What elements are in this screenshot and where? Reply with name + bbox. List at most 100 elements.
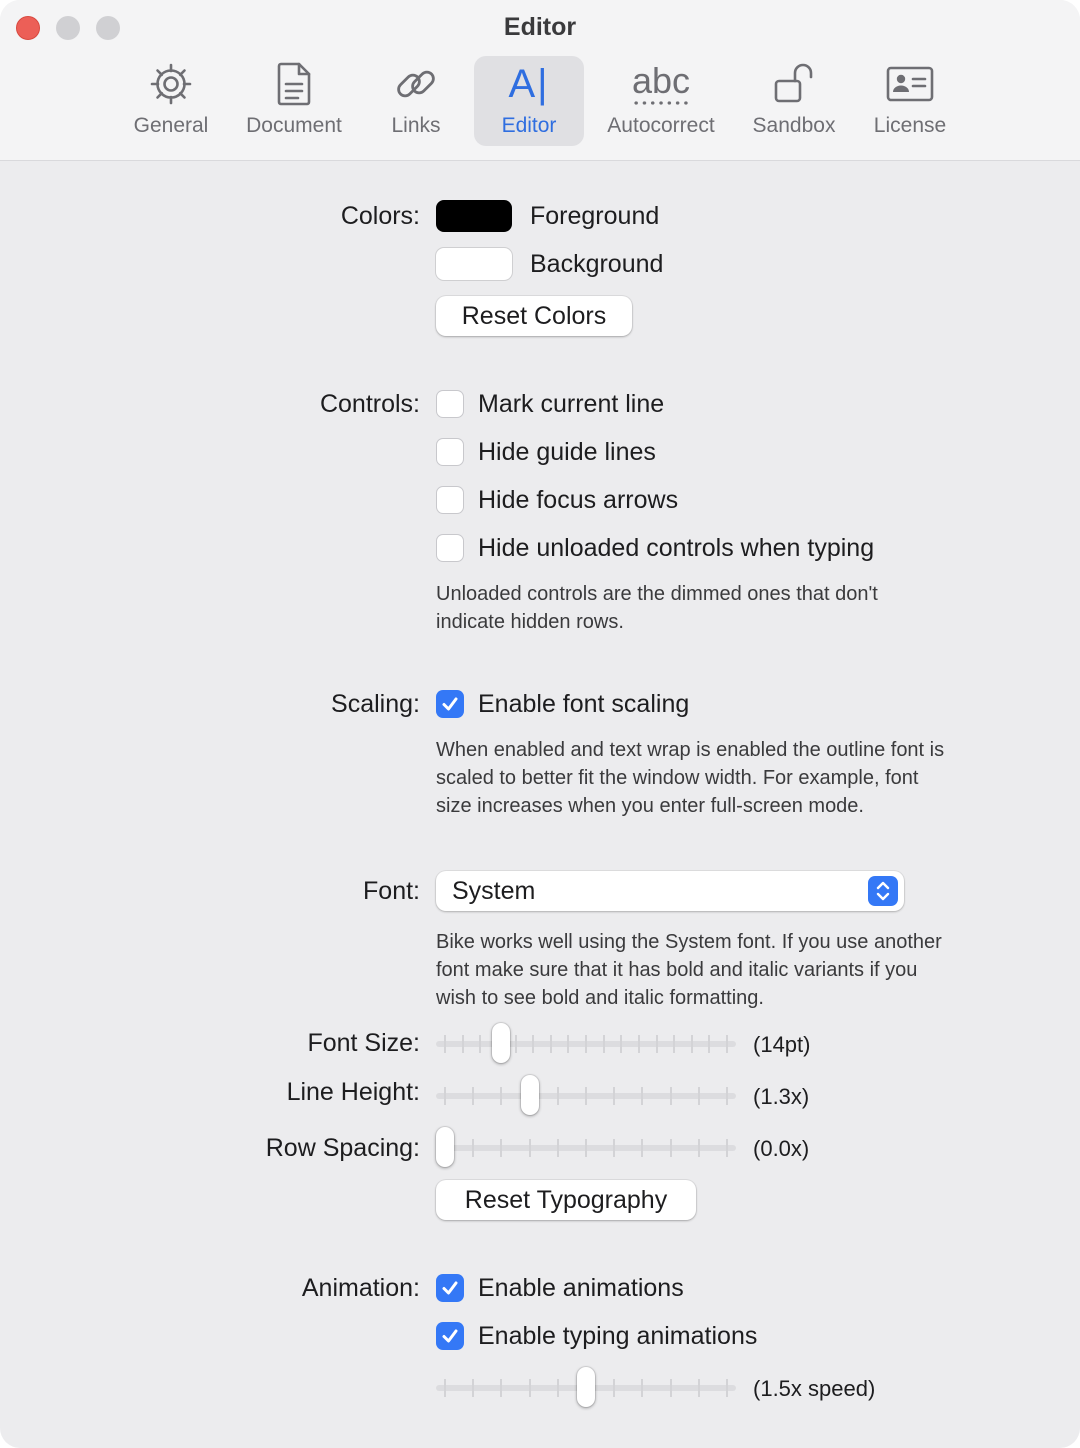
tab-sandbox[interactable]: Sandbox (744, 56, 844, 146)
abc-icon: abc (632, 56, 690, 112)
slider-tick (726, 1035, 728, 1053)
slider-tick (472, 1379, 475, 1397)
enable-typing-animations-checkbox[interactable] (436, 1322, 464, 1350)
slider-tick (556, 1087, 559, 1105)
slider-tick (567, 1035, 570, 1053)
font-selected-value: System (452, 877, 536, 905)
tab-label: Sandbox (752, 114, 836, 137)
line-height-value: (1.3x) (753, 1084, 810, 1109)
tab-document[interactable]: Document (236, 56, 352, 146)
enable-typing-animations-label: Enable typing animations (478, 1322, 758, 1350)
id-card-icon (885, 56, 935, 112)
slider-tick (613, 1087, 616, 1105)
tab-editor[interactable]: A| Editor (474, 56, 584, 146)
hide-guide-lines-checkbox[interactable] (436, 438, 464, 466)
slider-tick (556, 1379, 559, 1397)
row-spacing-label: Row Spacing: (265, 1134, 420, 1162)
slider-knob[interactable] (492, 1023, 511, 1063)
dotted-underline (631, 101, 690, 105)
tab-autocorrect[interactable]: abc Autocorrect (594, 56, 728, 146)
enable-animations-checkbox[interactable] (436, 1274, 464, 1302)
foreground-label: Foreground (530, 202, 660, 230)
tab-license[interactable]: License (864, 56, 956, 146)
foreground-color-well[interactable] (436, 200, 512, 232)
tab-label: General (133, 114, 209, 137)
slider-tick (500, 1379, 503, 1397)
row-spacing-slider[interactable] (436, 1127, 736, 1167)
font-help-text: Bike works well using the System font. I… (436, 931, 942, 1009)
slider-tick (613, 1379, 616, 1397)
reset-typography-button[interactable]: Reset Typography (436, 1180, 696, 1220)
tab-label: Document (246, 114, 342, 137)
hide-unloaded-controls-checkbox[interactable] (436, 534, 464, 562)
slider-tick (613, 1139, 616, 1157)
slider-tick (532, 1035, 535, 1053)
tab-label: Autocorrect (607, 114, 715, 137)
slider-tick (669, 1379, 672, 1397)
slider-tick (472, 1087, 475, 1105)
slider-tick (697, 1087, 700, 1105)
slider-tick (637, 1035, 640, 1053)
font-label: Font: (363, 877, 420, 905)
preferences-window: Editor General Document Links A| Editor … (0, 0, 1080, 1448)
slider-tick (528, 1379, 531, 1397)
slider-tick (697, 1139, 700, 1157)
slider-tick (472, 1139, 475, 1157)
title-bar: Editor General Document Links A| Editor … (0, 0, 1080, 161)
reset-colors-button[interactable]: Reset Colors (436, 296, 632, 336)
slider-tick (500, 1139, 503, 1157)
slider-tick (444, 1379, 446, 1397)
font-popup-button[interactable]: System (436, 871, 904, 911)
slider-tick (556, 1139, 559, 1157)
enable-font-scaling-label: Enable font scaling (478, 690, 690, 718)
mark-current-line-checkbox[interactable] (436, 390, 464, 418)
slider-knob[interactable] (520, 1075, 539, 1115)
slider-tick (726, 1087, 728, 1105)
enable-font-scaling-checkbox[interactable] (436, 690, 464, 718)
enable-animations-label: Enable animations (478, 1274, 684, 1302)
document-icon (274, 56, 314, 112)
controls-label: Controls: (319, 390, 420, 418)
checkmark-icon (442, 1329, 458, 1343)
slider-tick (641, 1087, 644, 1105)
tab-label: Editor (501, 114, 557, 137)
slider-knob[interactable] (436, 1127, 454, 1167)
background-color-well[interactable] (436, 248, 512, 280)
slider-tick (641, 1139, 644, 1157)
slider-tick (528, 1139, 531, 1157)
slider-tick (479, 1035, 482, 1053)
slider-tick (655, 1035, 658, 1053)
animation-speed-slider[interactable] (436, 1367, 736, 1407)
gear-icon (148, 56, 194, 112)
chevron-up-down-icon (868, 876, 898, 906)
slider-tick (726, 1379, 728, 1397)
slider-tick (669, 1139, 672, 1157)
link-icon (393, 56, 439, 112)
window-title: Editor (503, 13, 577, 41)
slider-tick (641, 1379, 644, 1397)
slider-tick (444, 1087, 446, 1105)
font-size-label: Font Size: (307, 1029, 420, 1057)
slider-tick (461, 1035, 464, 1053)
controls-help-text: Unloaded controls are the dimmed ones th… (436, 583, 878, 633)
mark-current-line-label: Mark current line (478, 390, 665, 418)
slider-tick (585, 1139, 587, 1157)
hide-focus-arrows-checkbox[interactable] (436, 486, 464, 514)
row-spacing-value: (0.0x) (753, 1136, 810, 1161)
hide-guide-lines-label: Hide guide lines (478, 438, 656, 466)
checkmark-icon (442, 697, 458, 711)
line-height-label: Line Height: (286, 1078, 420, 1106)
tab-general[interactable]: General (124, 56, 218, 146)
slider-knob[interactable] (577, 1367, 595, 1407)
slider-tick (726, 1139, 728, 1157)
tab-links[interactable]: Links (376, 56, 456, 146)
slider-tick (514, 1035, 517, 1053)
slider-tick (500, 1087, 503, 1105)
animation-speed-value: (1.5x speed) (753, 1376, 876, 1401)
scaling-label: Scaling: (331, 690, 420, 718)
hide-focus-arrows-label: Hide focus arrows (478, 486, 679, 514)
checkmark-icon (442, 1281, 458, 1295)
font-size-slider[interactable] (436, 1023, 736, 1063)
animation-label: Animation: (301, 1274, 420, 1302)
line-height-slider[interactable] (436, 1075, 736, 1115)
